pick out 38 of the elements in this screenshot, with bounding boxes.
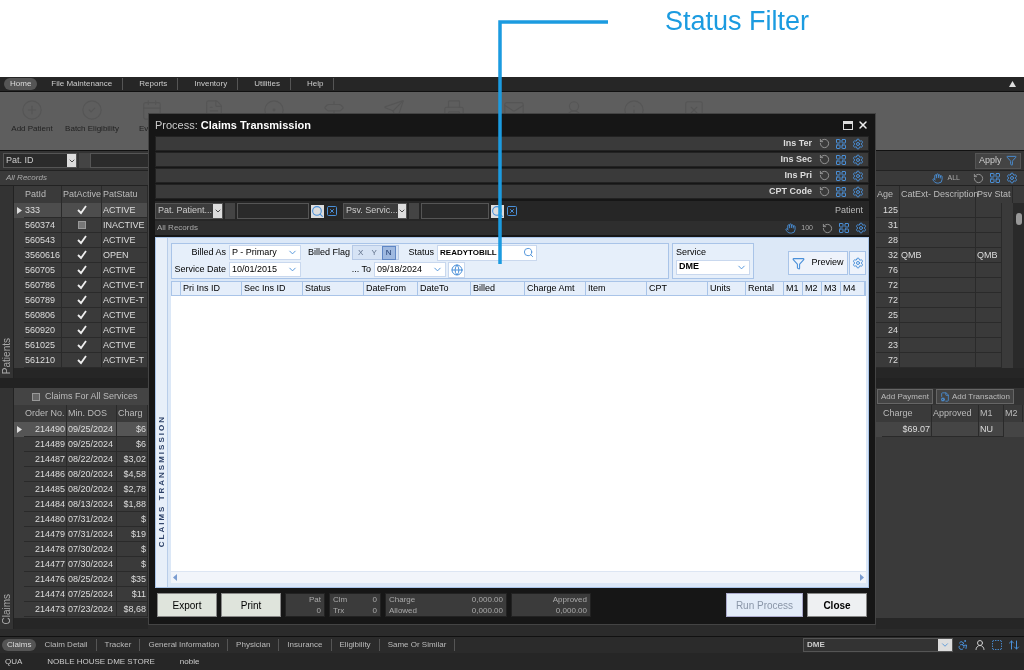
field-label: ... To <box>350 262 371 276</box>
records-caption: All Records <box>157 222 198 234</box>
field-label: Service Date <box>174 262 226 276</box>
summary-value: 0 <box>372 594 377 605</box>
field-label: Billed Flag <box>308 245 351 259</box>
filter-label: Ins Ter <box>783 136 812 150</box>
summary-value: 0,000.00 <box>555 605 587 616</box>
filter-label: Ins Sec <box>780 152 812 166</box>
summary-label: Pat <box>309 594 321 605</box>
status-text: NOBLE HOUSE DME STORE <box>47 655 155 668</box>
table-cell: $69.07 <box>882 422 932 437</box>
summary-label: Trx <box>333 605 345 616</box>
table-cell: NU <box>979 422 1004 437</box>
table-cell: QMB <box>976 248 1002 263</box>
summary-label: Clm <box>333 594 348 605</box>
section-title: Claims For All Services <box>45 389 138 403</box>
summary-label: Allowed <box>389 605 417 616</box>
table-cell: QMB <box>900 248 976 263</box>
status-text: noble <box>179 655 200 668</box>
filter-label: CPT Code <box>769 184 812 198</box>
records-caption: All Records <box>6 172 47 184</box>
table-cell: 07/23/2024 <box>67 602 117 617</box>
status-text: QUA <box>5 655 23 668</box>
summary-value: 0,000.00 <box>471 605 503 616</box>
summary-value: 0,000.00 <box>471 594 503 605</box>
summary-label: Charge <box>389 594 416 605</box>
summary-value: 0 <box>316 605 321 616</box>
summary-label: Approved <box>552 594 587 605</box>
summary-value: 0 <box>372 605 377 616</box>
table-cell: 214473 <box>24 602 67 617</box>
field-label: Service <box>676 246 707 259</box>
field-label: Status <box>408 245 434 259</box>
filter-label: Ins Pri <box>784 168 812 182</box>
vertical-title: CLAIMS TRANSMISSION <box>156 414 167 547</box>
field-label: Billed As <box>190 245 226 259</box>
annotation-label: Status Filter <box>664 5 809 38</box>
panel-label: Patient <box>834 204 863 218</box>
window-title: Process: Claims Transmission <box>155 117 311 133</box>
